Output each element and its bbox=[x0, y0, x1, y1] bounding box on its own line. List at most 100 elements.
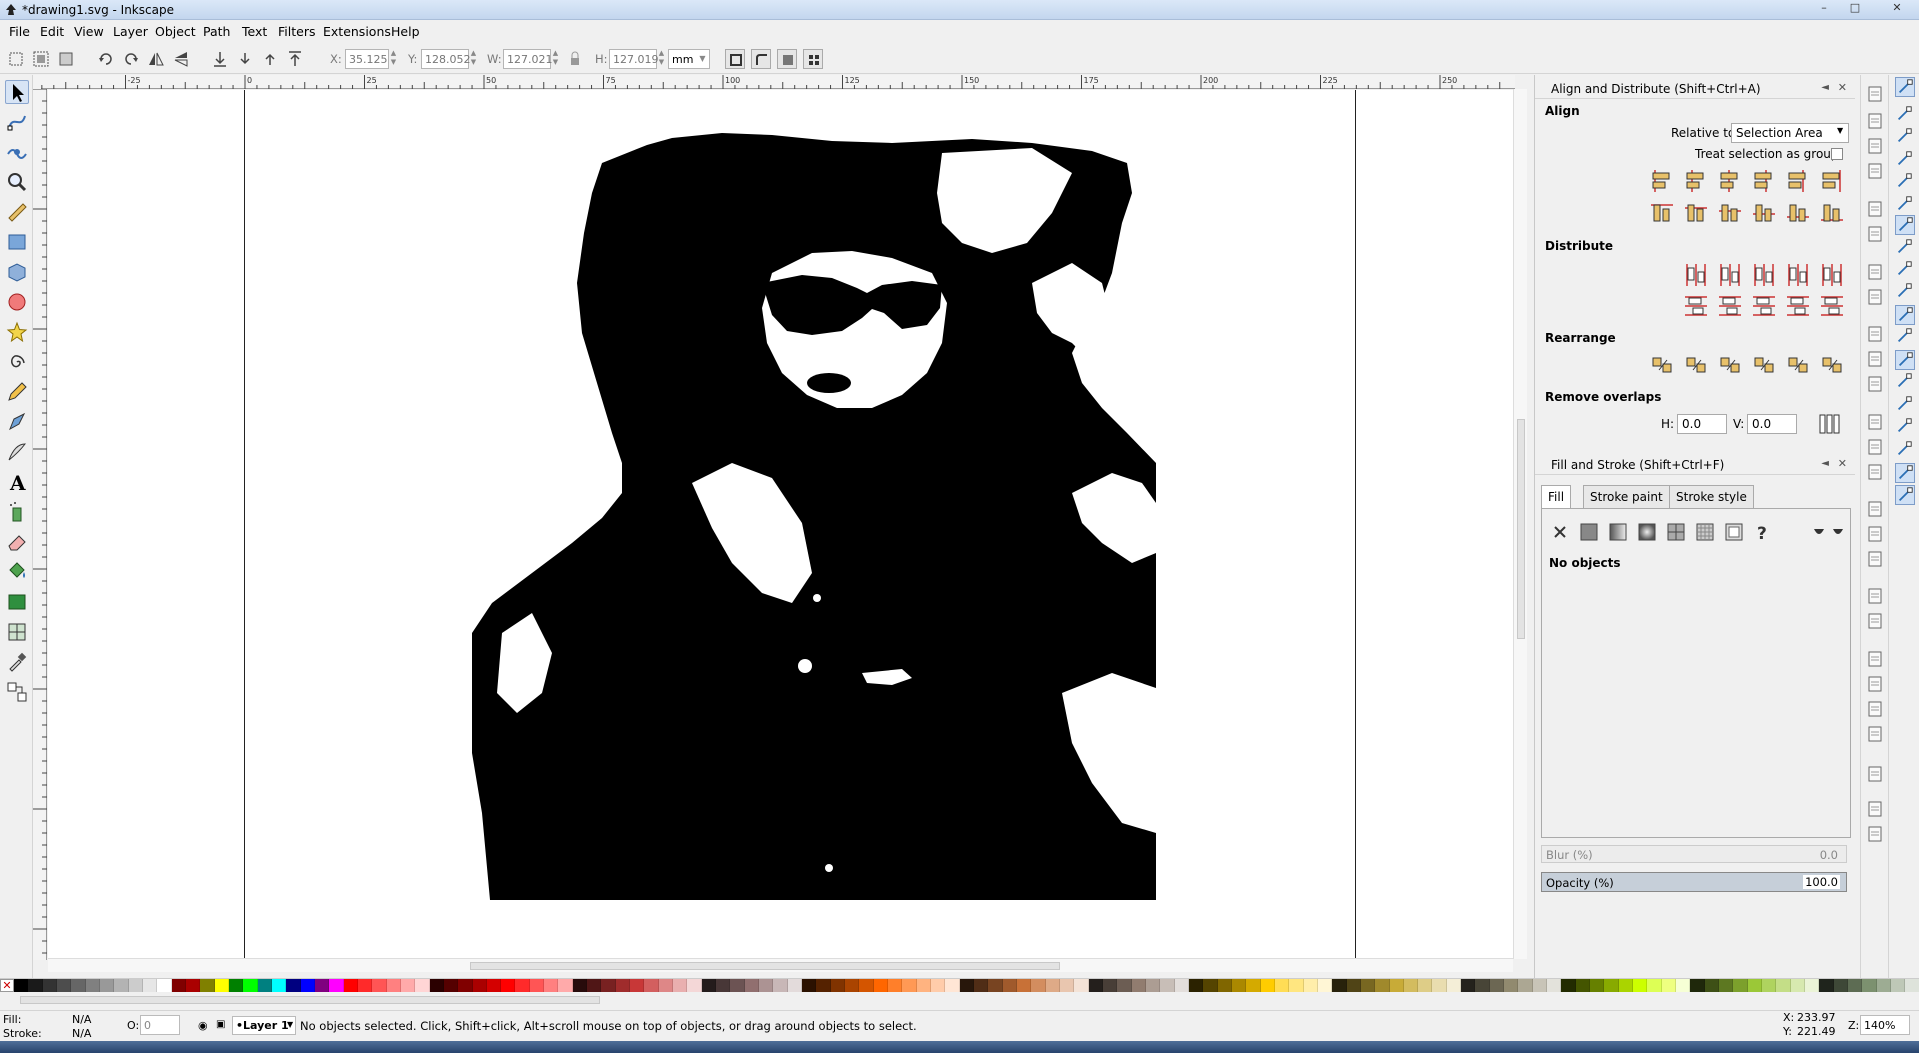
raise-icon[interactable] bbox=[260, 49, 280, 69]
color-swatch[interactable] bbox=[1532, 979, 1548, 992]
snap-grid-icon[interactable] bbox=[1895, 463, 1915, 483]
dropper-icon[interactable] bbox=[5, 650, 29, 674]
color-swatch[interactable] bbox=[730, 979, 745, 992]
linear-gradient-icon[interactable] bbox=[1607, 521, 1629, 543]
opacity-status-input[interactable]: 0 bbox=[140, 1015, 180, 1035]
distribute-left-icon[interactable] bbox=[1683, 262, 1709, 288]
color-swatch[interactable] bbox=[687, 979, 702, 992]
color-swatch[interactable] bbox=[1547, 979, 1562, 992]
color-swatch[interactable] bbox=[1145, 979, 1161, 992]
color-swatch[interactable] bbox=[1303, 979, 1318, 992]
color-swatch[interactable] bbox=[845, 979, 860, 992]
snap-page-border-icon[interactable] bbox=[1895, 440, 1915, 460]
color-swatch[interactable] bbox=[200, 979, 215, 992]
color-swatch[interactable] bbox=[1360, 979, 1376, 992]
scale-stroke-icon[interactable] bbox=[725, 49, 745, 69]
color-swatch[interactable] bbox=[701, 979, 717, 992]
color-swatch[interactable] bbox=[28, 979, 43, 992]
lower-to-bottom-icon[interactable] bbox=[210, 49, 230, 69]
close-icon[interactable]: ✕ bbox=[1880, 1, 1914, 17]
rect-icon[interactable] bbox=[5, 230, 29, 254]
color-swatch[interactable] bbox=[1188, 979, 1204, 992]
snap-bbox-corner-icon[interactable] bbox=[1895, 150, 1915, 170]
color-swatch[interactable] bbox=[1102, 979, 1118, 992]
snap-midpoint-icon[interactable] bbox=[1895, 327, 1915, 347]
treat-group-checkbox[interactable] bbox=[1831, 148, 1843, 160]
color-swatch[interactable] bbox=[601, 979, 616, 992]
snap-others-icon[interactable] bbox=[1895, 350, 1915, 370]
color-swatch[interactable] bbox=[787, 979, 803, 992]
scale-corners-icon[interactable] bbox=[751, 49, 771, 69]
transform-pattern-icon[interactable] bbox=[803, 49, 823, 69]
align-right-icon[interactable] bbox=[1751, 168, 1777, 194]
open-icon[interactable] bbox=[1866, 112, 1884, 130]
deselect-icon[interactable] bbox=[56, 49, 76, 69]
color-swatch[interactable] bbox=[1690, 979, 1705, 992]
menu-extensions[interactable]: Extensions bbox=[323, 24, 391, 39]
color-swatch[interactable] bbox=[1317, 979, 1333, 992]
unclump-icon[interactable] bbox=[1819, 352, 1845, 378]
color-swatch[interactable] bbox=[1160, 979, 1175, 992]
ungroup-icon[interactable] bbox=[1866, 612, 1884, 630]
snap-paths-icon[interactable] bbox=[1895, 238, 1915, 258]
color-swatch[interactable] bbox=[357, 979, 373, 992]
unlink-clone-icon[interactable] bbox=[1866, 550, 1884, 568]
color-swatch[interactable] bbox=[859, 979, 874, 992]
close-panel-icon[interactable]: ✕ bbox=[1838, 81, 1847, 94]
snap-nodes-icon[interactable] bbox=[1895, 215, 1915, 235]
color-swatch[interactable] bbox=[1719, 979, 1734, 992]
tab-stroke-style[interactable]: Stroke style bbox=[1669, 485, 1754, 509]
rotate-cw-icon[interactable] bbox=[121, 49, 141, 69]
snap-bbox-center-icon[interactable] bbox=[1895, 195, 1915, 215]
color-swatch[interactable] bbox=[945, 979, 960, 992]
color-swatch[interactable] bbox=[128, 979, 143, 992]
w-input[interactable]: 127.021 bbox=[503, 49, 553, 69]
print-icon[interactable] bbox=[1866, 162, 1884, 180]
vertical-scrollbar[interactable] bbox=[1513, 89, 1527, 959]
no-color-swatch[interactable]: ✕ bbox=[0, 979, 14, 992]
maximize-icon[interactable]: □ bbox=[1845, 1, 1865, 17]
distribute-baseline-v-icon[interactable] bbox=[1819, 293, 1845, 319]
vertical-scroll-thumb[interactable] bbox=[1517, 419, 1525, 639]
select-all-layers-icon[interactable] bbox=[31, 49, 51, 69]
color-swatch[interactable] bbox=[56, 979, 72, 992]
color-swatch[interactable] bbox=[99, 979, 115, 992]
connector-icon[interactable] bbox=[5, 680, 29, 704]
color-swatch[interactable] bbox=[257, 979, 272, 992]
color-swatch[interactable] bbox=[157, 979, 172, 992]
color-swatch[interactable] bbox=[658, 979, 674, 992]
text-font-icon[interactable] bbox=[1866, 675, 1884, 693]
circle-icon[interactable] bbox=[5, 290, 29, 314]
color-swatch[interactable] bbox=[415, 979, 430, 992]
snap-cusp-icon[interactable] bbox=[1895, 282, 1915, 302]
opacity-value[interactable]: 100.0 bbox=[1803, 875, 1840, 889]
color-swatch[interactable] bbox=[1647, 979, 1662, 992]
align-dialog-icon[interactable] bbox=[1866, 765, 1884, 783]
iconify-icon[interactable]: ◄ bbox=[1821, 82, 1829, 93]
color-swatch[interactable] bbox=[458, 979, 473, 992]
color-swatch[interactable] bbox=[300, 979, 315, 992]
pen-icon[interactable] bbox=[5, 410, 29, 434]
snap-intersection-icon[interactable] bbox=[1895, 260, 1915, 280]
blur-slider[interactable]: Blur (%) 0.0 bbox=[1541, 845, 1847, 863]
color-swatch[interactable] bbox=[1346, 979, 1361, 992]
document-properties-icon[interactable] bbox=[1866, 800, 1884, 818]
node-icon[interactable] bbox=[5, 110, 29, 134]
color-swatch[interactable] bbox=[1575, 979, 1591, 992]
canvas[interactable] bbox=[48, 90, 1513, 958]
color-swatch[interactable] bbox=[1561, 979, 1576, 992]
minimize-icon[interactable]: – bbox=[1814, 1, 1834, 17]
color-swatch[interactable] bbox=[1461, 979, 1476, 992]
eraser-icon[interactable] bbox=[5, 530, 29, 554]
rotate-ccw-icon[interactable] bbox=[96, 49, 116, 69]
graph-layout-icon[interactable] bbox=[1649, 352, 1675, 378]
align-top-to-bottom-icon[interactable] bbox=[1785, 199, 1811, 225]
color-swatch[interactable] bbox=[343, 979, 358, 992]
color-swatch[interactable] bbox=[1876, 979, 1891, 992]
exchange-positions-icon[interactable] bbox=[1683, 352, 1709, 378]
tab-stroke-paint[interactable]: Stroke paint bbox=[1583, 485, 1670, 509]
color-swatch[interactable] bbox=[429, 979, 444, 992]
lock-layer-icon[interactable]: ▣ bbox=[216, 1019, 225, 1030]
distribute-baseline-h-icon[interactable] bbox=[1819, 262, 1845, 288]
color-swatch[interactable] bbox=[1618, 979, 1634, 992]
